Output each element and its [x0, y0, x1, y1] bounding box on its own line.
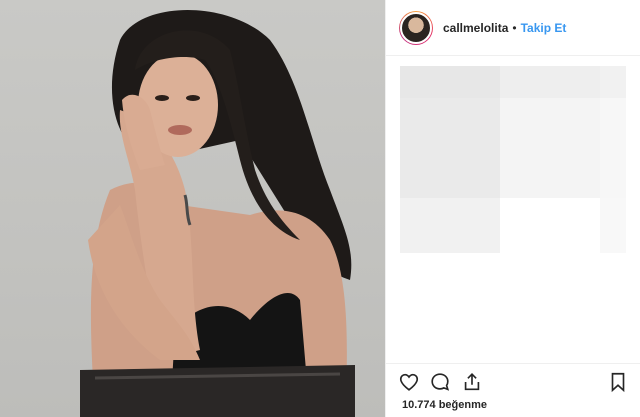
instagram-post: callmelolita • Takip Et 10.774 beğenme — [0, 0, 640, 417]
placeholder-block — [500, 98, 600, 198]
placeholder-block — [500, 66, 600, 98]
action-bar — [386, 363, 640, 400]
heart-icon[interactable] — [398, 371, 420, 398]
post-sidebar: callmelolita • Takip Et 10.774 beğenme — [386, 0, 640, 417]
separator-dot: • — [512, 20, 517, 35]
placeholder-block — [600, 198, 626, 253]
placeholder-block — [400, 66, 500, 98]
likes-count[interactable]: 10.774 beğenme — [402, 399, 487, 411]
comment-icon[interactable] — [429, 371, 451, 398]
post-photo[interactable] — [0, 0, 386, 417]
post-header: callmelolita • Takip Et — [386, 0, 640, 56]
follow-button[interactable]: Takip Et — [521, 21, 567, 35]
avatar-image — [400, 11, 432, 44]
username-link[interactable]: callmelolita — [443, 21, 508, 35]
placeholder-block — [400, 98, 500, 198]
placeholder-block — [600, 98, 626, 198]
placeholder-block — [600, 66, 626, 98]
share-icon[interactable] — [461, 371, 483, 398]
comments-loading-placeholder — [400, 66, 626, 256]
woman-portrait-illustration — [80, 10, 355, 417]
bookmark-icon[interactable] — [608, 371, 628, 398]
avatar[interactable] — [399, 10, 433, 45]
placeholder-block — [400, 198, 500, 253]
